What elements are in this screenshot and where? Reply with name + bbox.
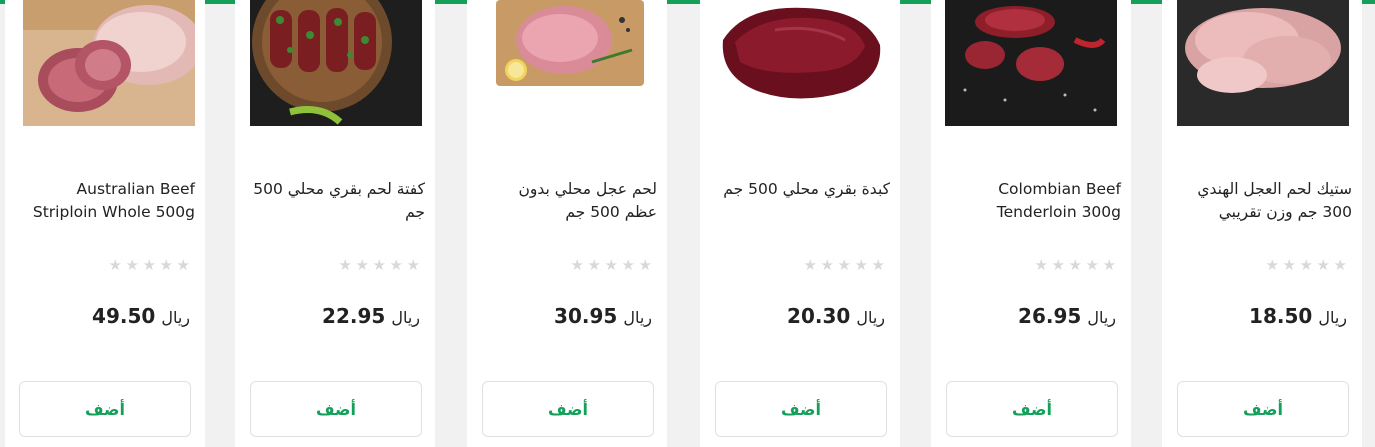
- star-icon: ★: [820, 256, 834, 274]
- product-price: ريال 20.30: [787, 304, 885, 328]
- star-icon: ★: [837, 256, 851, 274]
- product-name[interactable]: كفتة لحم بقري محلي 500 جم: [253, 178, 425, 224]
- price-amount: 30.95: [554, 304, 618, 328]
- rating-stars: ★ ★ ★ ★ ★: [107, 258, 190, 273]
- rating-stars: ★ ★ ★ ★ ★: [569, 258, 652, 273]
- star-icon: ★: [176, 256, 190, 274]
- star-icon: ★: [406, 256, 420, 274]
- tenderloin-image: [945, 0, 1117, 126]
- product-name[interactable]: كبدة بقري محلي 500 جم: [718, 178, 890, 201]
- product-price: ريال 22.95: [322, 304, 420, 328]
- add-to-cart-button[interactable]: أضف: [1177, 381, 1349, 437]
- star-icon: ★: [854, 256, 868, 274]
- product-card[interactable]: Colombian Beef Tenderloin 300g ★ ★ ★ ★ ★…: [931, 0, 1131, 447]
- product-card[interactable]: ستيك لحم العجل الهندي 300 جم وزن تقريبي …: [1162, 0, 1362, 447]
- star-icon: ★: [803, 256, 817, 274]
- star-icon: ★: [1316, 256, 1330, 274]
- star-icon: ★: [125, 256, 139, 274]
- product-image[interactable]: [715, 0, 887, 126]
- product-price: ريال 49.50: [92, 304, 190, 328]
- star-icon: ★: [570, 256, 584, 274]
- product-card[interactable]: لحم عجل محلي بدون عظم 500 جم ★ ★ ★ ★ ★ ر…: [467, 0, 667, 447]
- star-icon: ★: [1068, 256, 1082, 274]
- product-image[interactable]: [250, 0, 422, 126]
- rating-stars: ★ ★ ★ ★ ★: [1033, 258, 1116, 273]
- rating-stars: ★ ★ ★ ★ ★: [337, 258, 420, 273]
- star-icon: ★: [604, 256, 618, 274]
- raw-striploin-image: [23, 0, 195, 126]
- star-icon: ★: [871, 256, 885, 274]
- add-to-cart-button[interactable]: أضف: [250, 381, 422, 437]
- product-card[interactable]: Australian Beef Striploin Whole 500g ★ ★…: [5, 0, 205, 447]
- product-image[interactable]: [23, 0, 195, 126]
- add-to-cart-button[interactable]: أضف: [19, 381, 191, 437]
- star-icon: ★: [1265, 256, 1279, 274]
- price-amount: 22.95: [322, 304, 386, 328]
- star-icon: ★: [587, 256, 601, 274]
- price-currency: ريال: [856, 308, 885, 327]
- star-icon: ★: [389, 256, 403, 274]
- rating-stars: ★ ★ ★ ★ ★: [802, 258, 885, 273]
- price-amount: 18.50: [1249, 304, 1313, 328]
- kofta-skewers-image: [250, 0, 422, 126]
- star-icon: ★: [355, 256, 369, 274]
- star-icon: ★: [1102, 256, 1116, 274]
- star-icon: ★: [1085, 256, 1099, 274]
- star-icon: ★: [638, 256, 652, 274]
- star-icon: ★: [108, 256, 122, 274]
- star-icon: ★: [338, 256, 352, 274]
- product-card[interactable]: كفتة لحم بقري محلي 500 جم ★ ★ ★ ★ ★ ريال…: [235, 0, 435, 447]
- star-icon: ★: [621, 256, 635, 274]
- price-currency: ريال: [161, 308, 190, 327]
- beef-liver-image: [715, 0, 887, 126]
- product-name[interactable]: ستيك لحم العجل الهندي 300 جم وزن تقريبي: [1180, 178, 1352, 224]
- product-image[interactable]: [482, 0, 654, 126]
- star-icon: ★: [1051, 256, 1065, 274]
- product-card[interactable]: كبدة بقري محلي 500 جم ★ ★ ★ ★ ★ ريال 20.…: [700, 0, 900, 447]
- add-to-cart-button[interactable]: أضف: [946, 381, 1118, 437]
- product-price: ريال 26.95: [1018, 304, 1116, 328]
- add-to-cart-button[interactable]: أضف: [715, 381, 887, 437]
- star-icon: ★: [142, 256, 156, 274]
- add-to-cart-button[interactable]: أضف: [482, 381, 654, 437]
- star-icon: ★: [1282, 256, 1296, 274]
- star-icon: ★: [372, 256, 386, 274]
- product-image[interactable]: [1177, 0, 1349, 126]
- price-currency: ريال: [1087, 308, 1116, 327]
- price-amount: 49.50: [92, 304, 156, 328]
- star-icon: ★: [1299, 256, 1313, 274]
- product-image[interactable]: [945, 0, 1117, 126]
- product-name[interactable]: لحم عجل محلي بدون عظم 500 جم: [485, 178, 658, 224]
- boneless-veal-image: [482, 0, 654, 126]
- star-icon: ★: [159, 256, 173, 274]
- star-icon: ★: [1034, 256, 1048, 274]
- price-amount: 26.95: [1018, 304, 1082, 328]
- price-currency: ريال: [391, 308, 420, 327]
- product-name[interactable]: Australian Beef Striploin Whole 500g: [23, 178, 195, 224]
- veal-steak-image: [1177, 0, 1349, 126]
- star-icon: ★: [1333, 256, 1347, 274]
- product-price: ريال 18.50: [1249, 304, 1347, 328]
- product-price: ريال 30.95: [554, 304, 652, 328]
- product-grid: Australian Beef Striploin Whole 500g ★ ★…: [0, 0, 1375, 447]
- price-currency: ريال: [1318, 308, 1347, 327]
- price-amount: 20.30: [787, 304, 851, 328]
- product-name[interactable]: Colombian Beef Tenderloin 300g: [949, 178, 1121, 224]
- rating-stars: ★ ★ ★ ★ ★: [1264, 258, 1347, 273]
- price-currency: ريال: [623, 308, 652, 327]
